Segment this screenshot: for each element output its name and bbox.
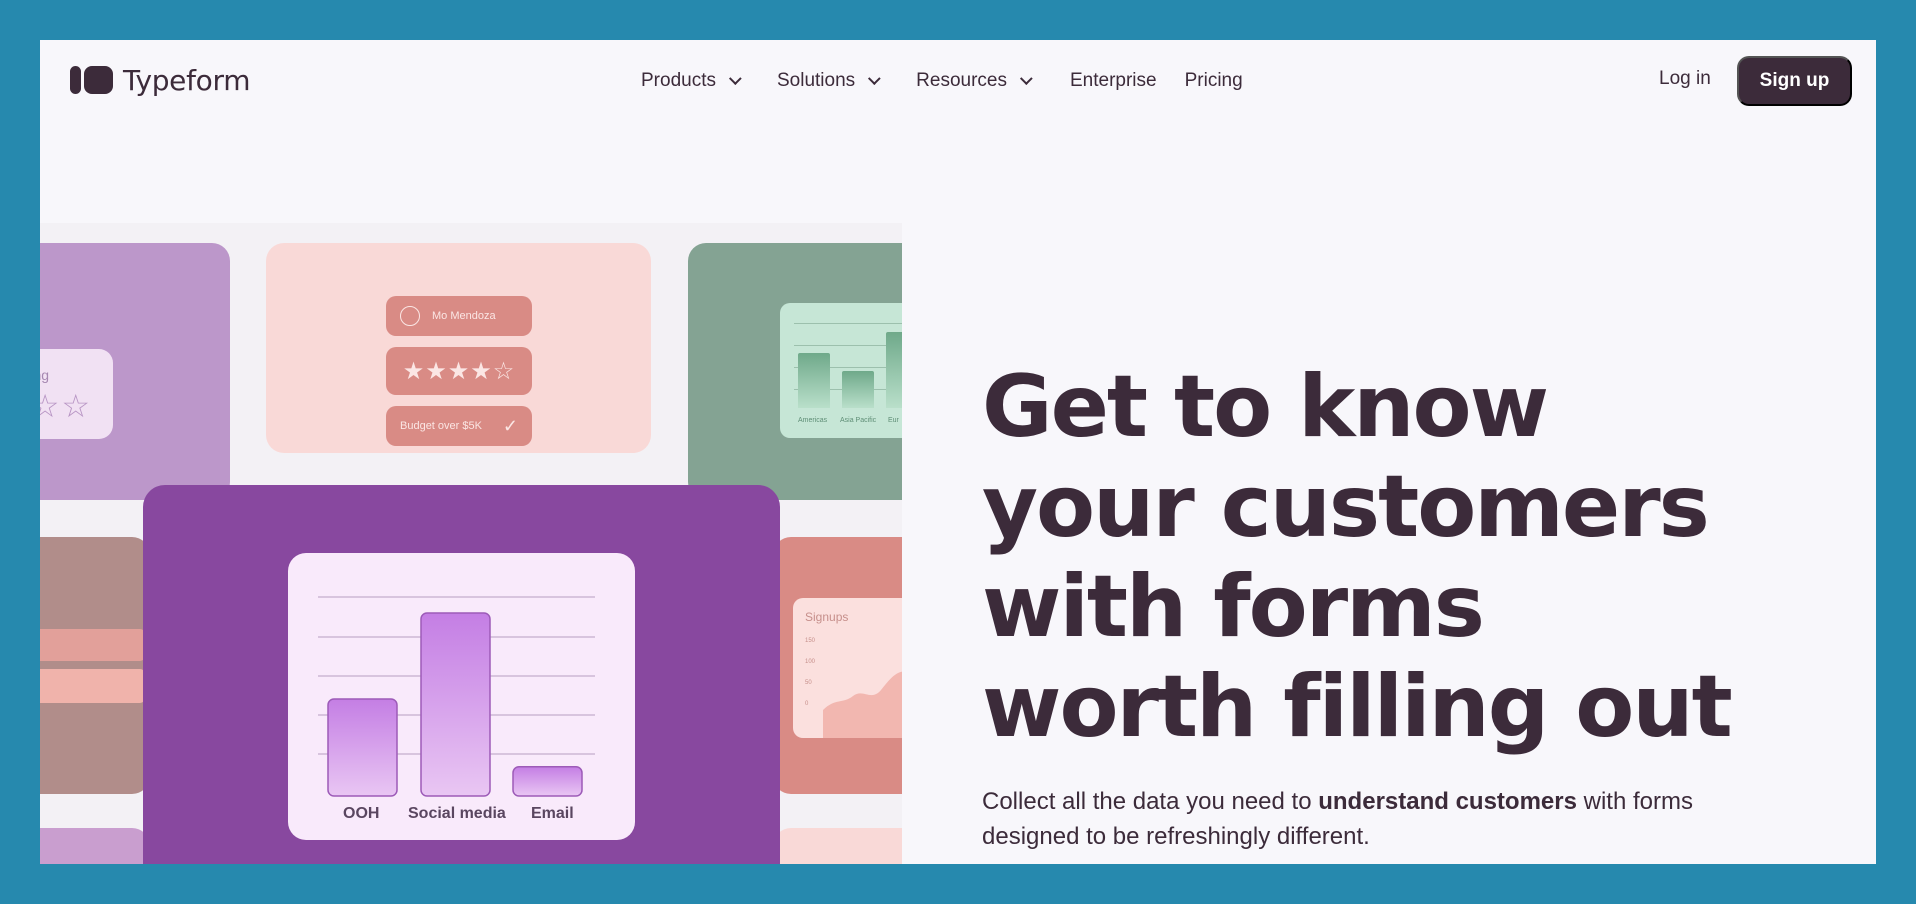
rating-widget: rating ☆☆☆ [40,349,113,439]
nav-products[interactable]: Products [641,70,742,92]
channel-chart-card: OOH Social media Email [143,485,780,864]
chevron-down-icon [1019,71,1033,85]
nav-resources[interactable]: Resources [916,70,1033,92]
signup-button[interactable]: Sign up [1737,56,1852,106]
budget-field: Budget over $5K ✓ [386,406,532,446]
main-nav: Products Solutions Resources Enterprise … [641,68,1271,94]
option-bar-2 [40,669,145,703]
bottom-tile-left [40,828,150,864]
checkmark-icon: ✓ [502,415,518,436]
logo-mark-icon [70,66,113,94]
form-fields-tile: Mo Mendoza ★★★★☆ Budget over $5K ✓ [266,243,651,453]
star-icons: ☆☆☆ [40,388,93,424]
channel-chart-svg [318,596,595,797]
star-icons: ★★★★☆ [402,357,516,385]
region-bar [798,353,830,408]
region-bar [842,371,874,408]
logo-text: Typeform [123,63,251,97]
name-field: Mo Mendoza [386,296,532,336]
nav-products-label: Products [641,70,716,91]
channel-bar-ooh [327,698,398,797]
nav-resources-label: Resources [916,70,1007,91]
nav-pricing-link[interactable]: Pricing [1185,70,1243,92]
region-chart-tile: Americas Asia Pacific Eur [688,243,902,500]
progress-bars-tile [40,537,150,794]
sub-text-pre: Collect all the data you need to [982,788,1319,815]
browser-viewport: Typeform Products Solutions Resources En… [40,40,1876,864]
region-bar [886,332,902,408]
rating-label: rating [40,367,50,383]
login-link[interactable]: Log in [1659,68,1711,90]
signups-area-chart [823,671,902,738]
hero-headline: Get to know your customers with forms wo… [982,357,1802,757]
headline-line-3: with forms [982,557,1485,657]
channel-bar-email [512,765,583,797]
sub-text-bold: understand customers [1318,788,1577,815]
star-rating-field: ★★★★☆ [386,347,532,395]
user-icon [400,306,420,326]
contact-name: Mo Mendoza [432,310,496,322]
rating-card-tile: rating ☆☆☆ [40,243,230,500]
channel-label-email: Email [531,805,574,822]
typeform-logo[interactable]: Typeform [70,63,251,97]
nav-solutions[interactable]: Solutions [776,70,881,92]
hero-subheadline: Collect all the data you need to underst… [982,784,1702,854]
region-bar-chart: Americas Asia Pacific Eur [780,303,902,438]
region-label-apac: Asia Pacific [840,417,877,424]
chevron-down-icon [868,71,881,85]
channel-bar-chart: OOH Social media Email [288,553,635,840]
headline-line-4: worth filling out [982,657,1733,757]
signups-tile: Signups 150 100 50 0 [773,537,902,794]
headline-line-1: Get to know [982,357,1549,457]
headline-line-2: your customers [982,457,1710,557]
channel-label-ooh: OOH [343,805,380,822]
hero-collage: rating ☆☆☆ Mo Mendoza ★★★★☆ Budget over … [40,223,902,864]
chevron-down-icon [728,71,742,85]
option-bar-1 [40,629,145,661]
nav-enterprise-link[interactable]: Enterprise [1070,70,1157,92]
region-label-eur: Eur [888,417,899,424]
bottom-tile-right [773,828,902,864]
channel-label-social: Social media [408,805,506,822]
region-label-americas: Americas [798,417,828,424]
budget-label: Budget over $5K [400,420,482,432]
signups-chart: Signups 150 100 50 0 [793,598,902,738]
nav-solutions-label: Solutions [776,70,856,91]
channel-bar-social-media [420,612,491,797]
